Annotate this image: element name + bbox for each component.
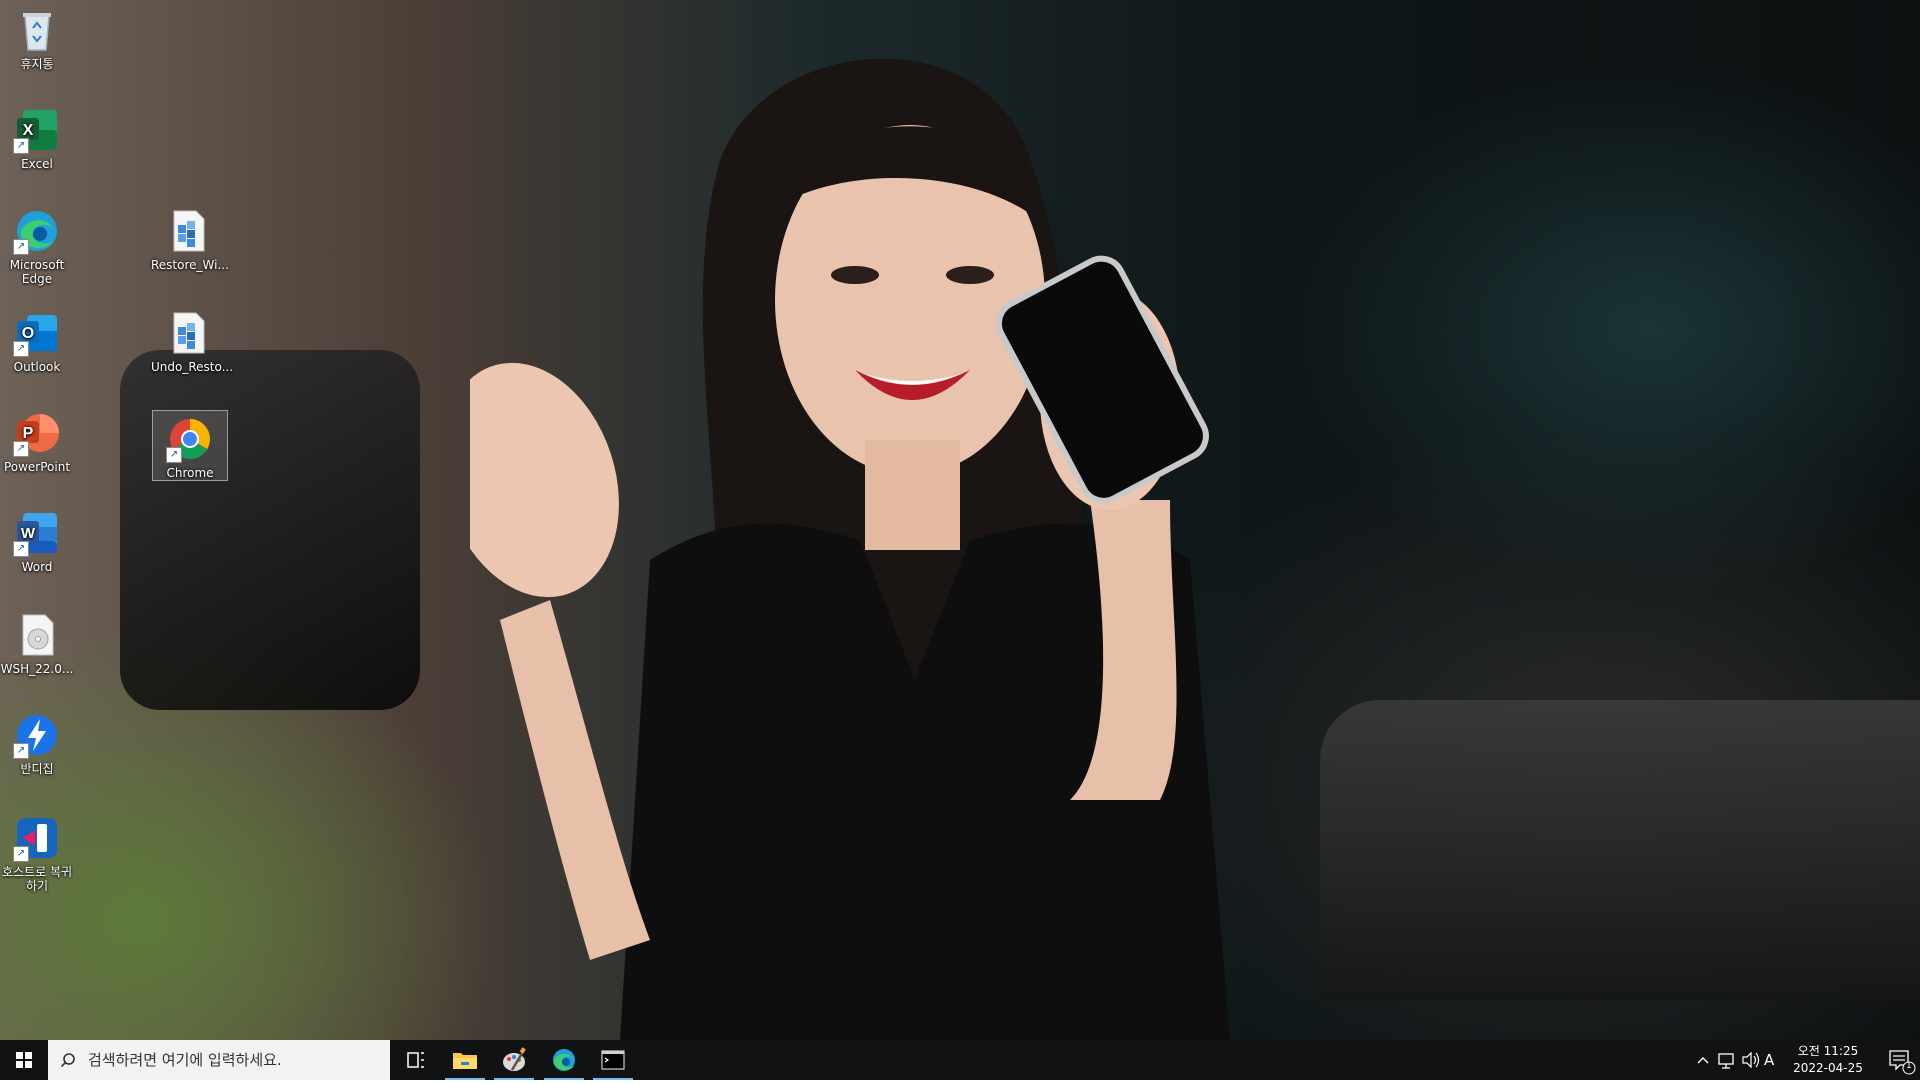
start-button[interactable] <box>0 1040 48 1080</box>
desktop-icon-undo-restore-registry[interactable]: Undo_Resto... <box>151 305 234 374</box>
taskbar-terminal[interactable] <box>589 1040 637 1080</box>
clock-time: 오전 11:25 <box>1797 1044 1859 1058</box>
desktop-icon-outlook[interactable]: O ↗ Outlook <box>0 305 74 374</box>
chevron-up-icon <box>1697 1057 1709 1064</box>
clock-date: 2022-04-25 <box>1793 1061 1863 1075</box>
task-view-button[interactable] <box>392 1040 440 1080</box>
terminal-icon <box>601 1050 625 1070</box>
desktop-icon-label: PowerPoint <box>3 460 71 474</box>
disc-image-icon <box>13 611 61 659</box>
bandizip-icon: ↗ <box>13 711 61 759</box>
registry-file-icon <box>164 207 212 255</box>
desktop-icon-label: Microsoft Edge <box>9 258 65 286</box>
edge-icon <box>553 1049 575 1071</box>
desktop-icon-bandizip[interactable]: ↗ 반디집 <box>0 707 74 776</box>
desktop-icon-label: Outlook <box>13 360 61 374</box>
action-center-button[interactable]: 1 <box>1878 1040 1920 1080</box>
desktop-icon-label: Chrome <box>166 466 214 480</box>
svg-text:W: W <box>21 525 36 542</box>
network-icon <box>1718 1053 1734 1069</box>
shortcut-arrow-icon: ↗ <box>13 341 29 357</box>
taskbar-paint[interactable] <box>490 1040 538 1080</box>
shortcut-arrow-icon: ↗ <box>166 447 182 463</box>
desktop: 휴지통 X ↗ Excel ↗ Microsoft Edge O ↗ Outlo… <box>0 0 1920 1040</box>
tray-network[interactable] <box>1716 1040 1738 1080</box>
desktop-icon-label: Excel <box>21 157 53 171</box>
shortcut-arrow-icon: ↗ <box>13 441 29 457</box>
desktop-icon-chrome[interactable]: ↗ Chrome <box>152 410 228 481</box>
desktop-icon-label: 휴지통 <box>20 57 54 71</box>
recycle-bin-icon <box>13 6 61 54</box>
tray-overflow-button[interactable] <box>1694 1040 1712 1080</box>
excel-icon: X ↗ <box>13 106 61 154</box>
tray-volume[interactable] <box>1740 1040 1762 1080</box>
desktop-icon-recycle-bin[interactable]: 휴지통 <box>0 2 74 71</box>
desktop-icon-label: 반디집 <box>20 762 54 776</box>
desktop-icon-restore-registry[interactable]: Restore_Wi... <box>151 203 229 272</box>
wallpaper-mirror-shape <box>120 350 420 710</box>
search-icon <box>60 1053 75 1068</box>
search-placeholder: 검색하려면 여기에 입력하세요. <box>88 1051 282 1069</box>
svg-text:O: O <box>22 325 34 342</box>
desktop-icon-return-to-host[interactable]: ↗ 호스트로 복귀하기 <box>0 810 74 893</box>
taskbar: 검색하려면 여기에 입력하세요. A 오전 11:25 2022-04-25 1 <box>0 1040 1920 1080</box>
word-icon: W ↗ <box>13 509 61 557</box>
notification-count-badge: 1 <box>1906 1061 1912 1071</box>
shortcut-arrow-icon: ↗ <box>13 743 29 759</box>
desktop-icon-excel[interactable]: X ↗ Excel <box>0 102 74 171</box>
svg-text:P: P <box>23 425 34 442</box>
desktop-icon-edge[interactable]: ↗ Microsoft Edge <box>0 203 74 286</box>
desktop-icon-label: Restore_Wi... <box>151 258 229 272</box>
taskbar-file-explorer[interactable] <box>441 1040 489 1080</box>
edge-icon: ↗ <box>13 207 61 255</box>
folder-icon <box>453 1053 477 1069</box>
task-view-icon <box>407 1052 424 1068</box>
desktop-icon-label: 호스트로 복귀하기 <box>1 865 73 893</box>
windows-logo-icon <box>16 1052 32 1068</box>
taskbar-search-box[interactable]: 검색하려면 여기에 입력하세요. <box>48 1040 390 1080</box>
shortcut-arrow-icon: ↗ <box>13 138 29 154</box>
desktop-icon-powerpoint[interactable]: P ↗ PowerPoint <box>0 405 74 474</box>
desktop-icon-label: Word <box>21 560 53 574</box>
desktop-icon-label: WSH_22.0... <box>0 662 74 676</box>
speaker-icon <box>1742 1051 1760 1069</box>
desktop-icon-word[interactable]: W ↗ Word <box>0 505 74 574</box>
notification-icon <box>1889 1050 1916 1075</box>
powerpoint-icon: P ↗ <box>13 409 61 457</box>
taskbar-edge[interactable] <box>540 1040 588 1080</box>
return-to-host-icon: ↗ <box>13 814 61 862</box>
taskbar-clock[interactable]: 오전 11:25 2022-04-25 <box>1780 1043 1876 1077</box>
registry-file-icon <box>164 309 212 357</box>
shortcut-arrow-icon: ↗ <box>13 541 29 557</box>
outlook-icon: O ↗ <box>13 309 61 357</box>
chrome-icon: ↗ <box>166 415 214 463</box>
svg-text:X: X <box>23 122 34 139</box>
shortcut-arrow-icon: ↗ <box>13 846 29 862</box>
wallpaper-person-illustration <box>470 58 1230 1040</box>
desktop-icon-wsh-iso[interactable]: WSH_22.0... <box>0 607 74 676</box>
paint-icon <box>503 1047 526 1071</box>
wallpaper-car-hood-shape <box>1320 700 1920 1000</box>
tray-input-method[interactable]: A <box>1764 1040 1780 1080</box>
shortcut-arrow-icon: ↗ <box>13 239 29 255</box>
desktop-icon-label: Undo_Resto... <box>151 360 234 374</box>
